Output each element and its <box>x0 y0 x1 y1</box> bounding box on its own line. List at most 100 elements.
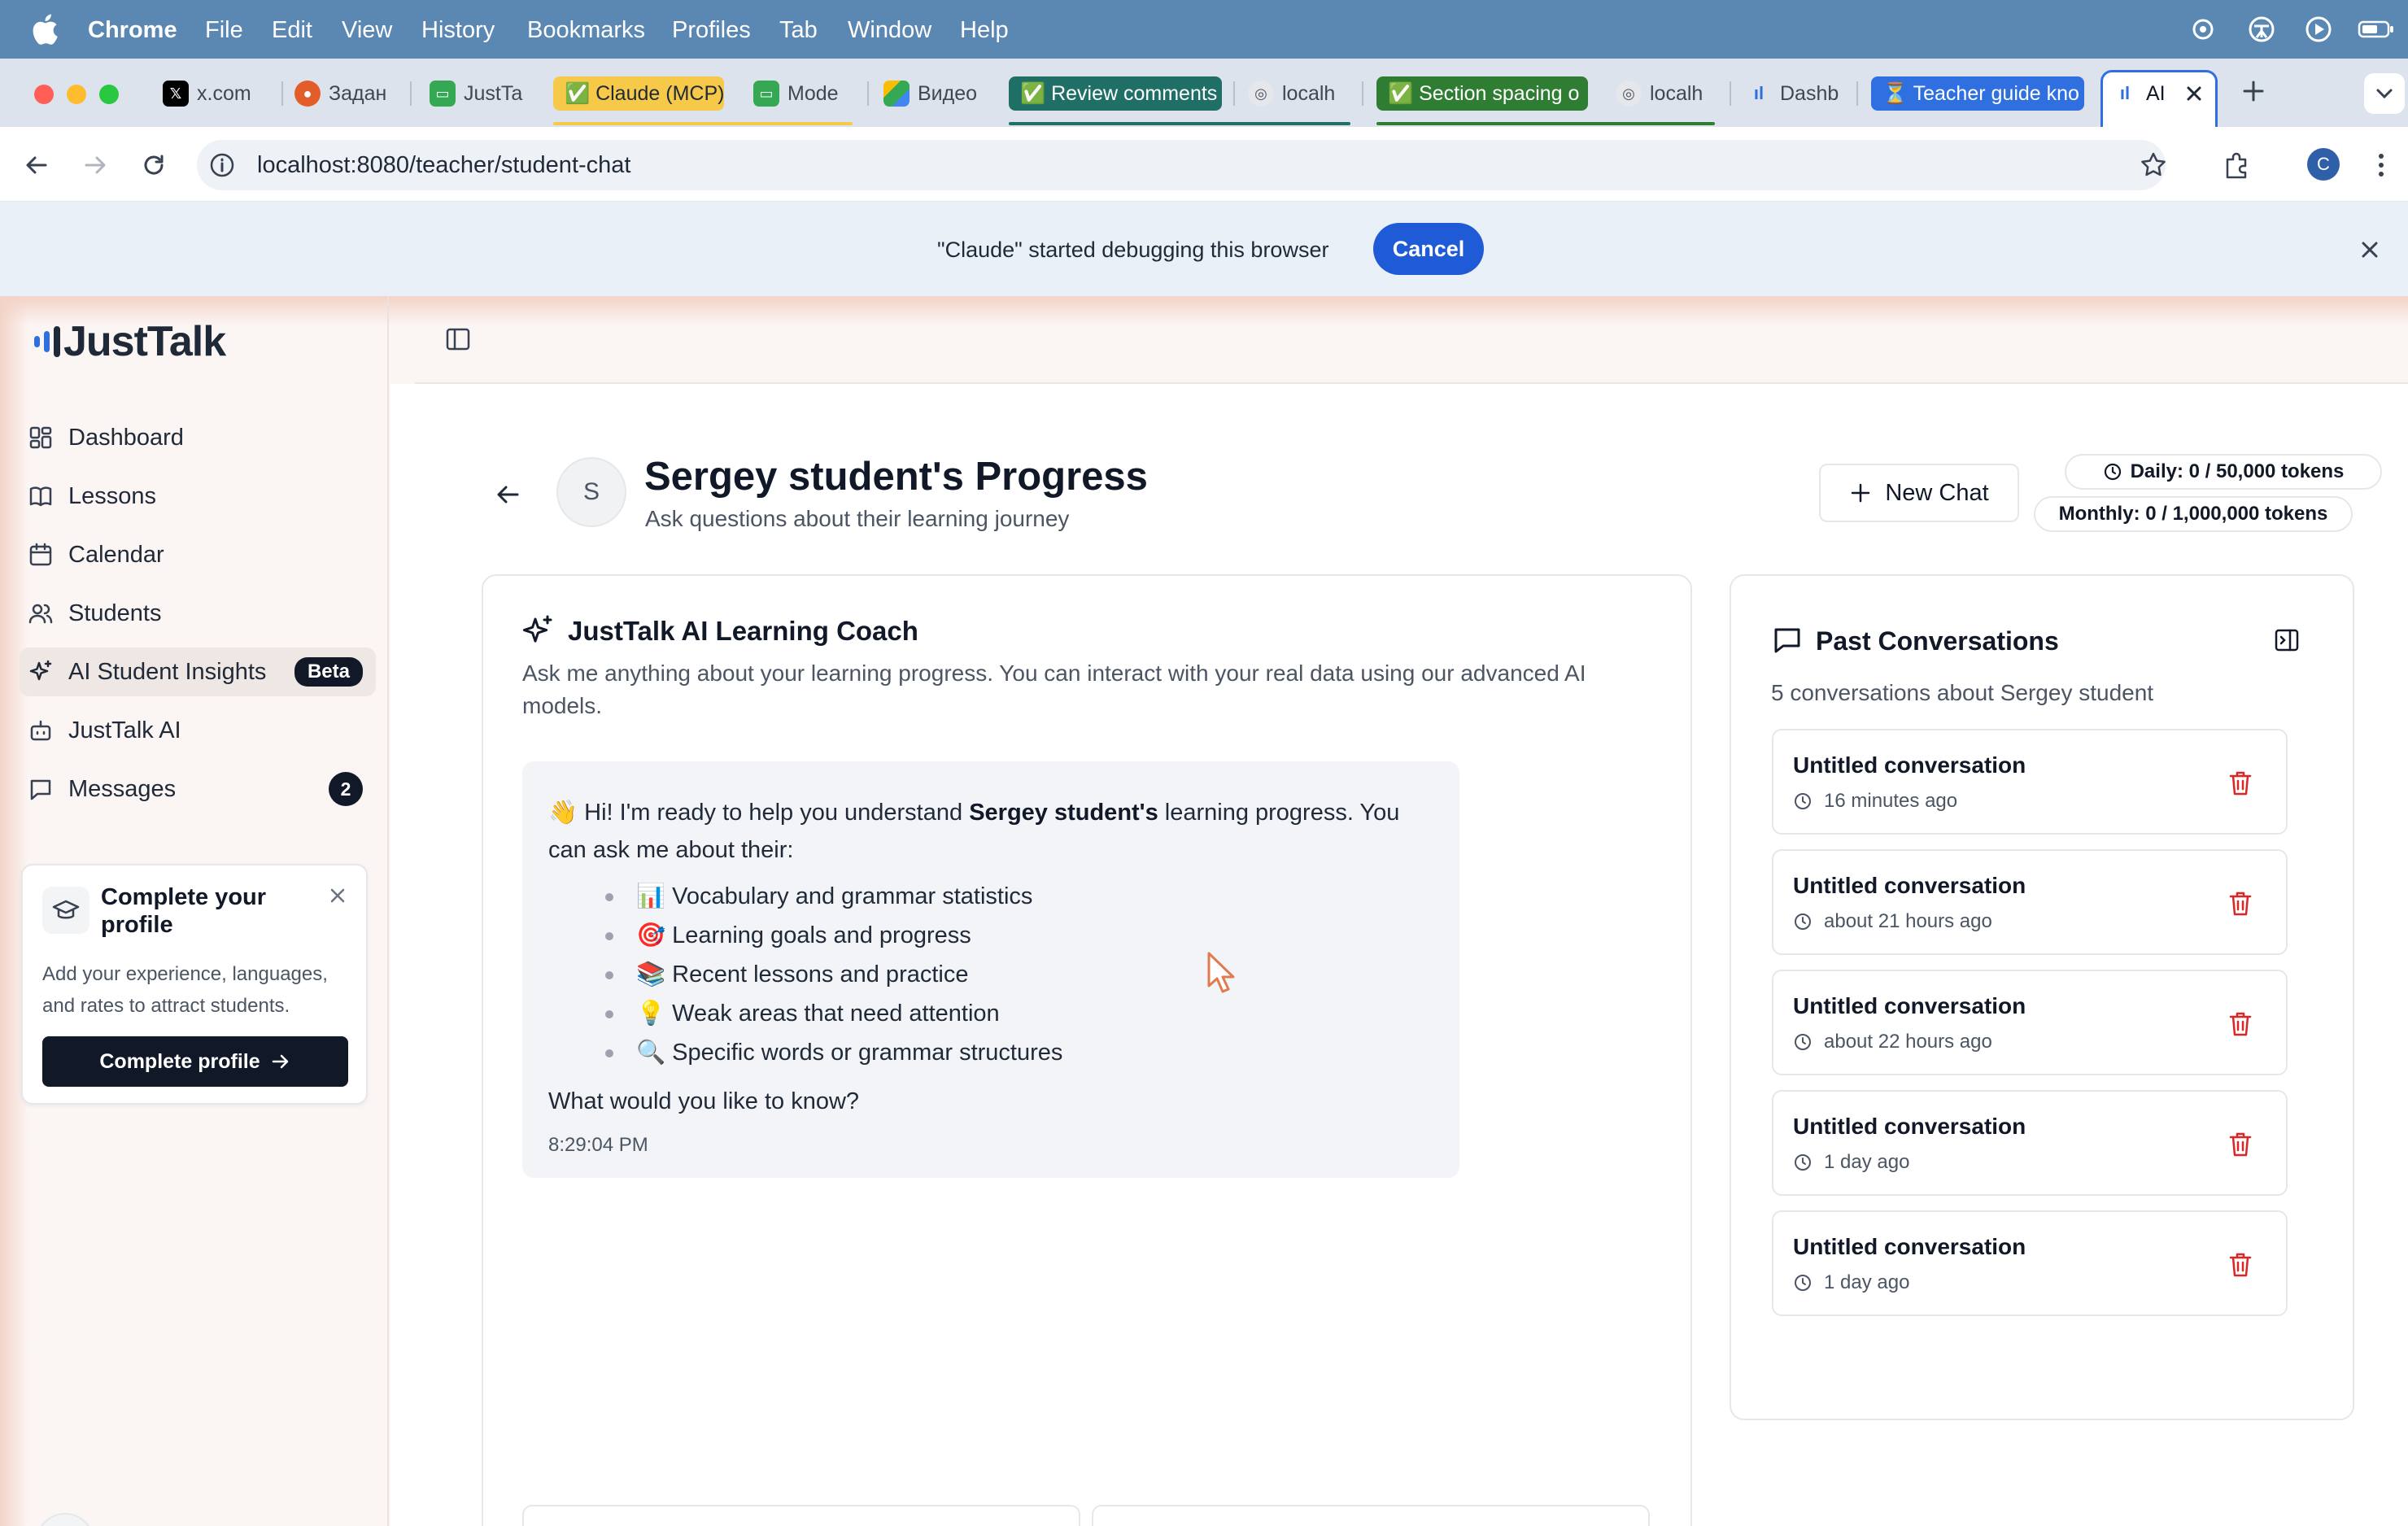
sidebar-item-justtalk-ai[interactable]: JustTalk AI <box>20 706 376 755</box>
conversation-item[interactable]: Untitled conversation 1 day ago <box>1772 1210 2288 1316</box>
message-bullet: 💡 Weak areas that need attention <box>636 1001 1000 1027</box>
tab-group-teacher-guide[interactable]: ⏳ Teacher guide kno <box>1871 76 2084 111</box>
task-icon: ● <box>294 81 321 107</box>
close-window-button[interactable] <box>34 85 54 104</box>
tab-group-review-comments[interactable]: ✅ Review comments <box>1009 76 1222 111</box>
browser-tab[interactable]: Видео <box>883 76 979 111</box>
tab-label: localh <box>1650 82 1703 105</box>
sidebar-toggle-icon[interactable] <box>444 325 472 353</box>
menu-help[interactable]: Help <box>960 16 1009 44</box>
conversation-item[interactable]: Untitled conversation about 21 hours ago <box>1772 849 2288 955</box>
sidebar-item-label: Dashboard <box>68 424 184 451</box>
cancel-debugging-button[interactable]: Cancel <box>1373 223 1484 275</box>
tab-group-claude-mcp[interactable]: ✅ Claude (MCP) <box>553 76 724 111</box>
profile-avatar[interactable]: C <box>2307 148 2340 181</box>
message-bullet: 📊 Vocabulary and grammar statistics <box>636 883 1033 909</box>
claude-status-icon[interactable] <box>2188 15 2218 44</box>
new-chat-button[interactable]: New Chat <box>1819 464 2019 522</box>
menu-bookmarks[interactable]: Bookmarks <box>527 16 645 44</box>
sidebar-item-calendar[interactable]: Calendar <box>20 530 376 579</box>
trash-icon[interactable] <box>2227 770 2253 797</box>
conversation-time-text: 1 day ago <box>1824 1151 1910 1173</box>
browser-tab[interactable]: ◎ localh <box>1616 76 1717 111</box>
slides-icon: ▭ <box>430 81 456 107</box>
menu-file[interactable]: File <box>205 16 243 44</box>
accessibility-status-icon[interactable] <box>2247 15 2276 44</box>
tab-group-section-spacing[interactable]: ✅ Section spacing o <box>1376 76 1588 111</box>
active-tab-content[interactable]: ıl AI <box>2112 76 2185 111</box>
clock-icon <box>1795 1034 1811 1050</box>
tab-label: Видео <box>918 82 978 105</box>
back-arrow-icon[interactable] <box>491 478 524 511</box>
quick-action-button[interactable] <box>522 1505 1080 1526</box>
conversation-item[interactable]: Untitled conversation 1 day ago <box>1772 1090 2288 1196</box>
header-divider <box>415 382 2408 384</box>
tab-divider <box>1856 81 1858 106</box>
browser-tab[interactable]: ▭ Mode <box>753 76 854 111</box>
menu-app-name[interactable]: Chrome <box>88 16 177 44</box>
minimize-window-button[interactable] <box>67 85 86 104</box>
back-icon[interactable] <box>21 150 52 181</box>
graduation-cap-icon <box>42 887 89 934</box>
bookmark-star-icon[interactable] <box>2138 150 2169 181</box>
menu-view[interactable]: View <box>342 16 392 44</box>
sidebar-item-messages[interactable]: Messages 2 <box>20 765 376 813</box>
sidebar-item-students[interactable]: Students <box>20 589 376 638</box>
conversation-time-text: about 21 hours ago <box>1824 910 1992 932</box>
close-tab-icon[interactable] <box>2183 83 2205 104</box>
justtalk-icon: ıl <box>1753 83 1765 103</box>
site-info-icon[interactable] <box>208 151 236 179</box>
reload-icon[interactable] <box>138 150 169 181</box>
menu-window[interactable]: Window <box>848 16 931 44</box>
sidebar-user-row[interactable] <box>36 1503 361 1526</box>
forward-icon[interactable] <box>80 150 111 181</box>
user-avatar <box>36 1513 94 1526</box>
trash-icon[interactable] <box>2227 1131 2253 1158</box>
tab-group-label: ✅ Section spacing o <box>1388 82 1580 105</box>
sidebar-item-dashboard[interactable]: Dashboard <box>20 413 376 462</box>
bullet-dot <box>605 971 613 979</box>
more-menu-icon[interactable] <box>2369 150 2393 181</box>
dashboard-icon <box>29 426 52 449</box>
menu-edit[interactable]: Edit <box>272 16 312 44</box>
new-tab-icon[interactable] <box>2240 78 2266 104</box>
bullet-dot <box>605 932 613 940</box>
conversation-item[interactable]: Untitled conversation 16 minutes ago <box>1772 729 2288 835</box>
page-title: Sergey student's Progress <box>644 455 1148 499</box>
extensions-icon[interactable] <box>2221 148 2253 181</box>
tab-search-button[interactable] <box>2364 73 2405 114</box>
browser-tab[interactable]: ▭ JustTa <box>430 76 526 111</box>
sidebar-item-ai-student-insights[interactable]: AI Student Insights Beta <box>20 647 376 696</box>
menu-history[interactable]: History <box>421 16 495 44</box>
browser-tab[interactable]: ◎ localh <box>1248 76 1350 111</box>
complete-profile-button[interactable]: Complete profile <box>42 1036 348 1087</box>
clock-icon <box>1795 793 1811 809</box>
trash-icon[interactable] <box>2227 1010 2253 1038</box>
tab-divider <box>1730 81 1731 106</box>
justtalk-logo[interactable]: JustTalk <box>34 317 226 366</box>
sidebar-item-lessons[interactable]: Lessons <box>20 472 376 521</box>
bot-icon <box>30 720 51 741</box>
complete-profile-title: Complete your profile <box>101 884 267 938</box>
browser-tab[interactable]: ıl Dashb <box>1746 76 1842 111</box>
calendar-icon <box>29 543 52 566</box>
close-icon[interactable] <box>327 885 348 906</box>
browser-tab[interactable]: ● Задан <box>294 76 397 111</box>
collapse-panel-icon[interactable] <box>2273 626 2301 654</box>
apple-logo-icon[interactable] <box>31 13 59 46</box>
browser-tab[interactable]: 𝕏 x.com <box>163 76 260 111</box>
complete-profile-description: Add your experience, languages, and rate… <box>42 963 328 1017</box>
close-infobar-icon[interactable] <box>2358 238 2382 262</box>
menu-profiles[interactable]: Profiles <box>672 16 751 44</box>
trash-icon[interactable] <box>2227 1251 2253 1279</box>
menu-tab[interactable]: Tab <box>779 16 818 44</box>
conversation-time-text: 16 minutes ago <box>1824 790 1958 812</box>
zoom-window-button[interactable] <box>99 85 119 104</box>
message-icon <box>30 779 51 800</box>
url-text[interactable]: localhost:8080/teacher/student-chat <box>257 151 630 179</box>
conversation-item[interactable]: Untitled conversation about 22 hours ago <box>1772 970 2288 1075</box>
quick-action-button[interactable] <box>1092 1505 1650 1526</box>
play-status-icon[interactable] <box>2304 15 2333 44</box>
battery-icon[interactable] <box>2358 15 2395 44</box>
trash-icon[interactable] <box>2227 890 2253 918</box>
